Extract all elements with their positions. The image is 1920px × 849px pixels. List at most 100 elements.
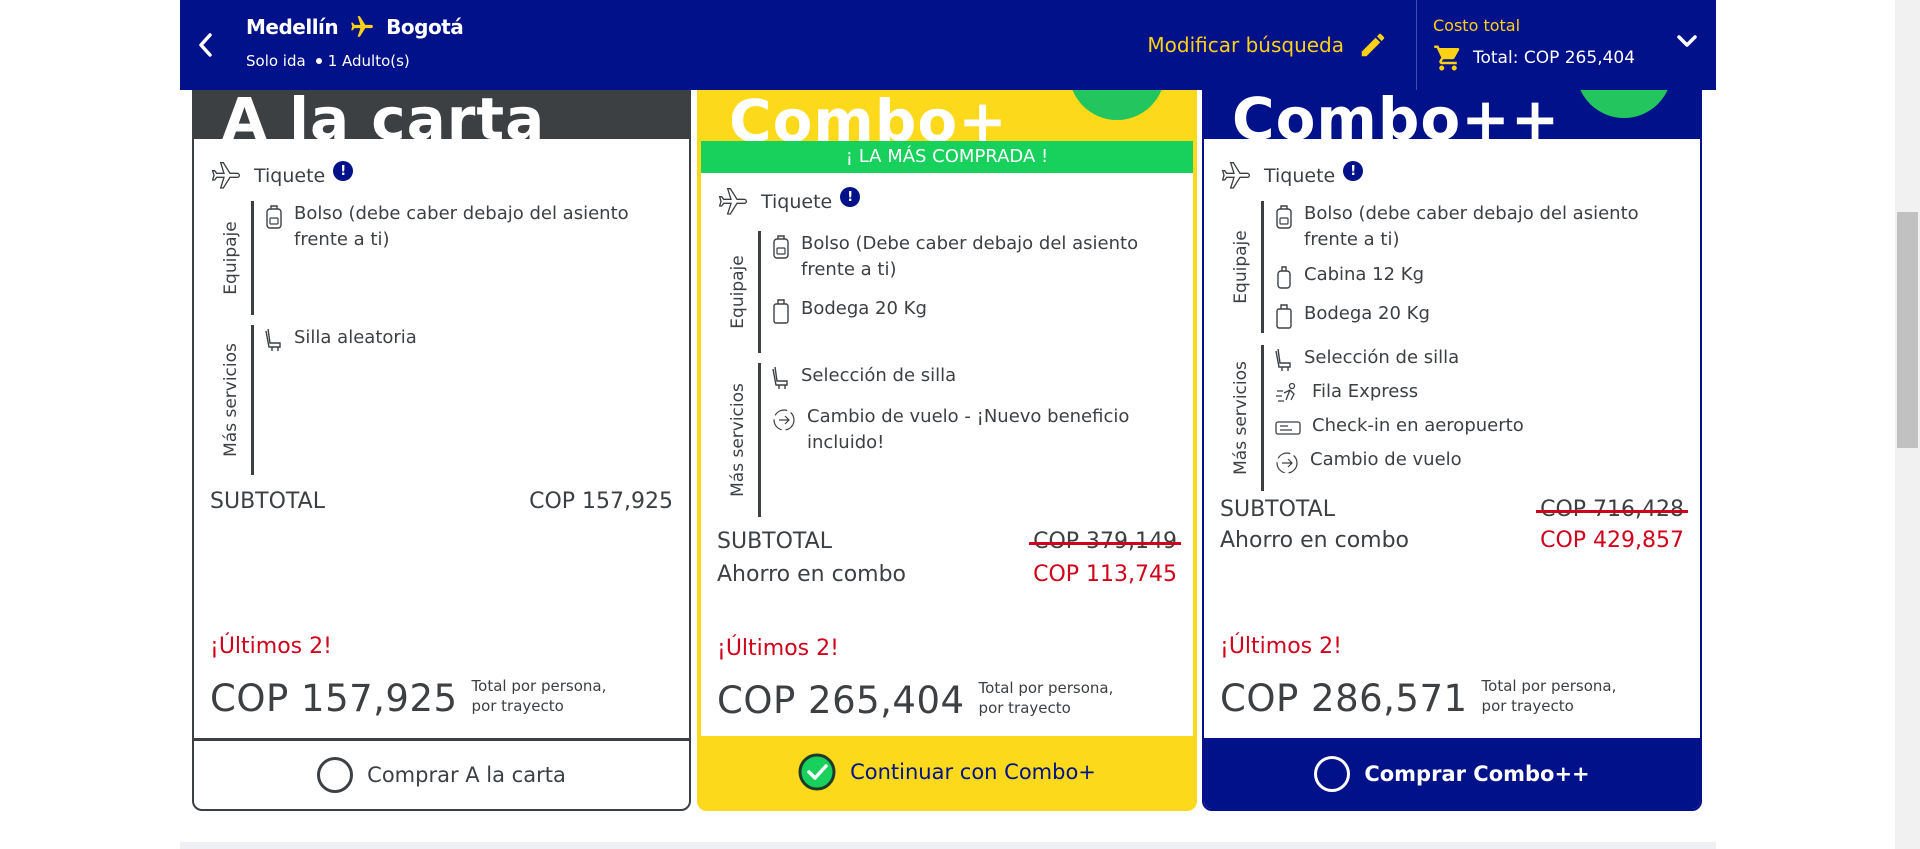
fare-card-combo-plus: Combo+ ¡ LA MÁS COMPRADA ! Tiquete ! Equ… <box>697 60 1197 811</box>
scrollbar-thumb[interactable] <box>1897 212 1918 448</box>
buy-a-la-carta-button[interactable]: Comprar A la carta <box>194 738 689 809</box>
destination-city: Bogotá <box>386 15 464 39</box>
service-item-label: Selección de silla <box>801 365 957 386</box>
list-item: Bolso (Debe caber debajo del asiento fre… <box>771 231 1177 283</box>
savings-value: COP 113,745 <box>1033 562 1177 587</box>
availability-notice: ¡Últimos 2! <box>1220 634 1342 659</box>
passenger-count: 1 Adulto(s) <box>327 52 410 70</box>
services-section-label: Más servicios <box>727 383 748 497</box>
cta-label: Continuar con Combo+ <box>850 759 1096 784</box>
radio-unselected[interactable] <box>317 757 354 793</box>
baggage-section-label: Equipaje <box>1230 230 1251 304</box>
fare-price: COP 157,925 <box>210 677 458 720</box>
availability-notice: ¡Últimos 2! <box>717 636 839 661</box>
most-purchased-banner: ¡ LA MÁS COMPRADA ! <box>701 141 1193 173</box>
fare-card-combo-plus-plus: Combo++ Tiquete ! Equipaje Bolso (debe c… <box>1202 60 1702 811</box>
airplane-outline-icon <box>718 188 748 215</box>
service-item-label: Fila Express <box>1312 381 1419 402</box>
per-person-note: Total por persona, <box>1481 677 1617 695</box>
baggage-item-label: Cabina 12 Kg <box>1304 264 1425 285</box>
radio-unselected[interactable] <box>1314 755 1351 792</box>
per-trip-note: por trayecto <box>471 697 564 715</box>
baggage-item-label: Bodega 20 Kg <box>801 298 927 319</box>
suitcase-icon <box>773 299 789 324</box>
service-item-label: Selección de silla <box>1304 347 1460 368</box>
modify-search-button[interactable]: Modificar búsqueda <box>1147 0 1416 90</box>
ticket-label: Tiquete <box>1264 165 1336 187</box>
total-cost-value: Total: COP 265,404 <box>1473 48 1636 68</box>
list-item: Cabina 12 Kg <box>1274 262 1684 292</box>
back-button[interactable] <box>180 0 230 90</box>
list-item: Bodega 20 Kg <box>1274 301 1684 331</box>
trip-summary-bar: Medellín Bogotá Solo ida 1 Adulto(s) Mod… <box>180 0 1716 90</box>
service-item-label: Cambio de vuelo <box>1310 449 1462 470</box>
ticket-label: Tiquete <box>761 191 833 213</box>
savings-value: COP 429,857 <box>1540 528 1684 553</box>
list-item: Silla aleatoria <box>264 325 673 353</box>
backpack-icon <box>1276 205 1292 229</box>
cta-label: Comprar Combo++ <box>1364 761 1590 786</box>
ticket-label: Tiquete <box>254 165 326 187</box>
info-icon[interactable]: ! <box>333 161 354 181</box>
seat-icon <box>265 328 281 351</box>
savings-label: Ahorro en combo <box>1220 528 1410 553</box>
flight-change-icon <box>1276 452 1298 474</box>
fare-brand-title: Combo+ <box>729 87 1008 141</box>
subtotal-original-value: COP 716,428 <box>1536 497 1688 522</box>
airplane-outline-icon <box>211 162 241 189</box>
list-item: Selección de silla <box>771 363 1177 391</box>
chevron-left-icon <box>199 33 212 57</box>
service-item-label: Silla aleatoria <box>294 327 417 348</box>
seat-icon <box>1275 348 1291 371</box>
fare-price: COP 286,571 <box>1220 677 1468 720</box>
cart-icon <box>1434 45 1460 71</box>
list-item: Cambio de vuelo <box>1274 447 1684 477</box>
info-icon[interactable]: ! <box>840 187 861 207</box>
services-section-label: Más servicios <box>220 343 241 457</box>
page-footer-strip <box>180 842 1716 849</box>
buy-combo-plus-plus-button[interactable]: Comprar Combo++ <box>1204 738 1700 809</box>
baggage-item-label: Bolso (Debe caber debajo del asiento fre… <box>801 233 1139 280</box>
availability-notice: ¡Últimos 2! <box>210 634 332 659</box>
trip-type: Solo ida <box>246 52 306 70</box>
separator-dot <box>315 58 322 64</box>
express-lane-icon <box>1276 382 1296 402</box>
baggage-item-label: Bodega 20 Kg <box>1304 303 1430 324</box>
fare-brand-title: Combo++ <box>1232 85 1561 139</box>
continue-combo-plus-button[interactable]: Continuar con Combo+ <box>701 736 1193 807</box>
boarding-pass-icon <box>1275 421 1301 435</box>
baggage-section-label: Equipaje <box>727 255 748 329</box>
baggage-item-label: Bolso (debe caber debajo del asiento fre… <box>1304 203 1639 250</box>
route-info: Medellín Bogotá Solo ida 1 Adulto(s) <box>230 0 1147 90</box>
per-person-note: Total por persona, <box>471 677 607 695</box>
subtotal-label: SUBTOTAL <box>717 529 832 554</box>
list-item: Cambio de vuelo - ¡Nuevo beneficio inclu… <box>771 404 1177 456</box>
services-section-label: Más servicios <box>1230 361 1251 475</box>
suitcase-icon <box>1276 304 1292 329</box>
pencil-icon <box>1361 33 1385 57</box>
fare-price: COP 265,404 <box>717 679 965 722</box>
list-item: Fila Express <box>1274 379 1684 407</box>
service-item-label: Check-in en aeropuerto <box>1312 415 1524 436</box>
check-circle-icon[interactable] <box>798 753 836 791</box>
subtotal-original-value: COP 379,149 <box>1029 529 1181 554</box>
total-cost-panel[interactable]: Costo total Total: COP 265,404 <box>1416 0 1716 90</box>
per-person-note: Total por persona, <box>978 679 1114 697</box>
total-cost-label: Costo total <box>1433 16 1521 35</box>
chevron-down-icon[interactable] <box>1676 34 1698 48</box>
cabin-bag-icon <box>1277 266 1291 289</box>
fare-selection-page: Medellín Bogotá Solo ida 1 Adulto(s) Mod… <box>0 0 1920 849</box>
savings-label: Ahorro en combo <box>717 562 907 587</box>
origin-city: Medellín <box>246 15 339 39</box>
fare-brand-title: A la carta <box>222 85 546 139</box>
baggage-section-label: Equipaje <box>220 221 241 295</box>
info-icon[interactable]: ! <box>1343 161 1364 181</box>
list-item: Check-in en aeropuerto <box>1274 413 1684 441</box>
backpack-icon <box>773 235 789 259</box>
subtotal-label: SUBTOTAL <box>1220 497 1335 522</box>
seat-icon <box>772 366 788 389</box>
backpack-icon <box>266 205 282 229</box>
list-item: Bolso (debe caber debajo del asiento fre… <box>1274 201 1684 253</box>
modify-search-label: Modificar búsqueda <box>1147 33 1344 57</box>
service-item-label: Cambio de vuelo - ¡Nuevo beneficio inclu… <box>807 406 1130 453</box>
